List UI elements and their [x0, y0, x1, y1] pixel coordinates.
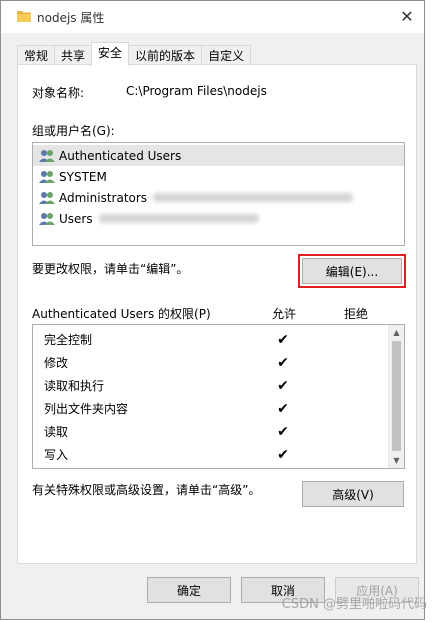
permissions-scrollbar[interactable]: ▲ ▼ [388, 325, 404, 468]
watermark: CSDN @劈里啪啦码代码 [281, 597, 427, 612]
user-name: Authenticated Users [59, 148, 182, 163]
close-icon: ✕ [400, 6, 414, 26]
title-bar: nodejs 属性 ✕ [1, 1, 424, 33]
deny-column-header: 拒绝 [344, 307, 369, 321]
edit-button[interactable]: 编辑(E)... [298, 254, 406, 288]
permission-row: 读取和执行 ✔ [33, 374, 404, 397]
object-name-value: C:\Program Files\nodejs [126, 84, 267, 98]
permission-row: 读取 ✔ [33, 420, 404, 443]
tab-customize[interactable]: 自定义 [201, 45, 252, 66]
users-icon [39, 170, 55, 183]
allow-check-icon: ✔ [277, 446, 289, 463]
permission-row: 列出文件夹内容 ✔ [33, 397, 404, 420]
groups-label: 组或用户名(G): [32, 124, 115, 138]
user-name: Administrators [59, 190, 148, 205]
allow-check-icon: ✔ [277, 377, 289, 394]
list-item[interactable]: Administrators [33, 187, 404, 208]
window-title: nodejs 属性 [37, 11, 105, 25]
tab-bar: 常规 共享 安全 以前的版本 自定义 [17, 42, 252, 66]
list-item[interactable]: Users [33, 208, 404, 229]
permission-row: 完全控制 ✔ [33, 328, 404, 351]
permissions-list[interactable]: 完全控制 ✔ 修改 ✔ 读取和执行 ✔ 列出文件夹内容 ✔ 读取 ✔ 写入 ✔ [32, 324, 405, 469]
redacted-text [98, 214, 259, 223]
tab-sharing[interactable]: 共享 [54, 45, 93, 66]
background-window-strip [425, 0, 435, 622]
list-item[interactable]: SYSTEM [33, 166, 404, 187]
permission-row: 写入 ✔ [33, 443, 404, 466]
object-name-label: 对象名称: [32, 86, 85, 100]
edit-hint: 要更改权限，请单击“编辑”。 [32, 262, 189, 276]
permission-name: 读取和执行 [44, 379, 105, 393]
scroll-down-icon[interactable]: ▼ [392, 456, 401, 465]
tab-previous-versions[interactable]: 以前的版本 [128, 45, 203, 66]
scroll-thumb[interactable] [392, 341, 401, 451]
permission-name: 读取 [44, 425, 69, 439]
allow-check-icon: ✔ [277, 400, 289, 417]
allow-check-icon: ✔ [277, 354, 289, 371]
user-name: SYSTEM [59, 169, 107, 184]
users-icon [39, 149, 55, 162]
folder-icon [17, 11, 31, 22]
scroll-up-icon[interactable]: ▲ [392, 328, 401, 337]
list-item[interactable]: Authenticated Users [33, 145, 404, 166]
permission-name: 修改 [44, 356, 69, 370]
redacted-text [153, 193, 354, 202]
ok-button[interactable]: 确定 [147, 577, 231, 603]
allow-column-header: 允许 [272, 307, 297, 321]
tab-security[interactable]: 安全 [91, 42, 130, 66]
permission-name: 写入 [44, 448, 69, 462]
permission-name: 完全控制 [44, 333, 93, 347]
advanced-button[interactable]: 高级(V) [302, 481, 404, 507]
allow-check-icon: ✔ [277, 331, 289, 348]
users-icon [39, 191, 55, 204]
permission-row: 修改 ✔ [33, 351, 404, 374]
users-icon [39, 212, 55, 225]
advanced-hint: 有关特殊权限或高级设置，请单击“高级”。 [32, 483, 261, 497]
allow-check-icon: ✔ [277, 423, 289, 440]
close-button[interactable]: ✕ [396, 5, 418, 27]
user-name: Users [59, 211, 93, 226]
properties-dialog: nodejs 属性 ✕ 常规 共享 安全 以前的版本 自定义 对象名称: C:\… [0, 0, 425, 620]
group-list[interactable]: Authenticated Users SYSTEM Administrator… [32, 142, 405, 246]
permission-name: 列出文件夹内容 [44, 402, 129, 416]
tab-general[interactable]: 常规 [17, 45, 56, 66]
permissions-header: Authenticated Users 的权限(P) [32, 307, 211, 321]
security-panel: 对象名称: C:\Program Files\nodejs 组或用户名(G): … [17, 64, 417, 564]
